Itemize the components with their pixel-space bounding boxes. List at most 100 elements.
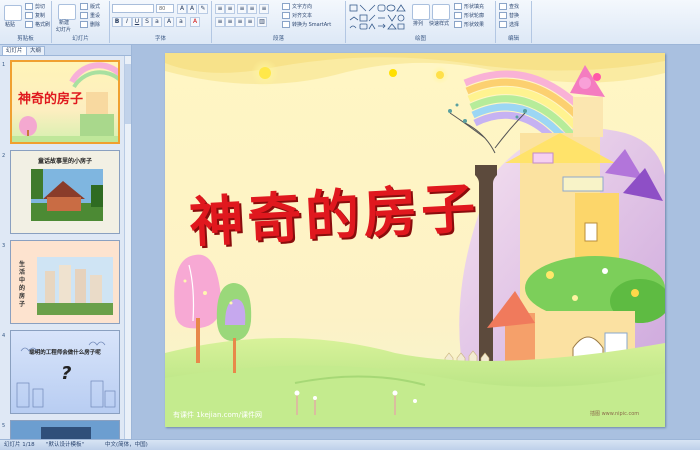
- slide-thumbnail-2[interactable]: 童话故事里的小房子: [10, 150, 120, 234]
- align-text-button[interactable]: 对齐文本: [282, 12, 312, 19]
- slide-title[interactable]: 神奇的房子: [187, 163, 481, 257]
- align-right-icon[interactable]: ≡: [235, 17, 245, 27]
- thumb1-title: 神奇的房子: [18, 92, 84, 107]
- slide-watermark: 有课件 1kejian.com/课件网: [173, 411, 262, 419]
- reset-icon: [80, 12, 88, 19]
- smartart-icon: [282, 21, 290, 28]
- slide-thumbnail-1[interactable]: 神奇的房子: [10, 60, 120, 144]
- bold-icon[interactable]: B: [112, 17, 122, 27]
- reset-button[interactable]: 重设: [80, 12, 100, 19]
- font-name-combo[interactable]: [112, 4, 154, 13]
- italic-icon[interactable]: I: [122, 17, 132, 27]
- thumb3-buildings-photo: [37, 257, 113, 315]
- shape-outline-label: 形状轮廓: [464, 13, 485, 19]
- new-slide-sub-label[interactable]: 幻灯片: [56, 26, 71, 33]
- underline-icon[interactable]: U: [132, 17, 142, 27]
- shape-effects-button[interactable]: 形状效果: [454, 21, 484, 28]
- copy-button[interactable]: 复制: [25, 12, 45, 19]
- font-size-combo[interactable]: 80: [156, 4, 174, 13]
- arrange-label[interactable]: 排列: [413, 20, 423, 27]
- clear-format-icon[interactable]: ✎: [198, 4, 208, 14]
- paste-icon[interactable]: [4, 5, 22, 21]
- reset-label: 重设: [90, 13, 101, 19]
- text-direction-label: 文字方向: [292, 4, 313, 10]
- panel-scrollbar-thumb[interactable]: [125, 64, 131, 124]
- justify-icon[interactable]: ≡: [245, 17, 255, 27]
- drawing-group: 排列 快速样式 形状填充 形状轮廓 形状效果 绘图: [346, 1, 496, 43]
- strikethrough-icon[interactable]: S: [142, 17, 152, 27]
- text-direction-button[interactable]: 文字方向: [282, 3, 312, 10]
- shape-effects-label: 形状效果: [464, 22, 485, 28]
- bullets-icon[interactable]: ≡: [215, 4, 225, 14]
- slide-thumbnail-3[interactable]: 生活中的房子: [10, 240, 120, 324]
- shape-fill-label: 形状填充: [464, 4, 485, 10]
- numbering-icon[interactable]: ≡: [225, 4, 235, 14]
- brush-icon: [25, 21, 33, 28]
- drawing-group-label: 绘图: [414, 36, 426, 42]
- slide-watermark-right: 插图 www.nipic.com: [590, 411, 640, 417]
- scissors-icon: [25, 3, 33, 10]
- delete-button[interactable]: 删除: [80, 21, 100, 28]
- line-spacing-icon[interactable]: ≡: [259, 4, 269, 14]
- tab-outline[interactable]: 大纲: [26, 46, 46, 55]
- select-button[interactable]: 选择: [499, 21, 519, 28]
- font-color-icon[interactable]: A: [190, 17, 200, 27]
- ribbon: 粘贴 剪切 复制 格式刷 剪贴板 新建 幻灯片 版式 重设 删除 幻灯片 80 …: [0, 0, 700, 45]
- find-label: 查找: [509, 4, 520, 10]
- replace-label: 替换: [509, 13, 520, 19]
- thumb-number: 5: [2, 423, 6, 429]
- slides-panel: 幻灯片 大纲 1 神奇的房子 2 童话故事里的小房子 3 生活中的房子 4 聪明…: [0, 45, 132, 440]
- quick-styles-icon[interactable]: [432, 4, 450, 20]
- cut-label: 剪切: [35, 4, 46, 10]
- shape-outline-button[interactable]: 形状轮廓: [454, 12, 484, 19]
- panel-scrollbar[interactable]: [124, 56, 131, 439]
- layout-label: 版式: [90, 4, 101, 10]
- shapes-gallery[interactable]: [349, 4, 407, 30]
- main-slide[interactable]: 神奇的房子 有课件 1kejian.com/课件网 插图 www.nipic.c…: [165, 53, 665, 427]
- thumb-number: 2: [2, 153, 6, 159]
- change-case-icon[interactable]: a: [176, 17, 186, 27]
- thumb-number: 3: [2, 243, 6, 249]
- new-slide-icon[interactable]: [58, 4, 76, 20]
- shadow-icon[interactable]: a: [152, 17, 162, 27]
- shrink-font-icon[interactable]: A: [187, 4, 197, 14]
- shape-fill-button[interactable]: 形状填充: [454, 3, 484, 10]
- find-button[interactable]: 查找: [499, 3, 519, 10]
- format-painter-label: 格式刷: [35, 22, 51, 28]
- align-center-icon[interactable]: ≡: [225, 17, 235, 27]
- thumb-number: 4: [2, 333, 6, 339]
- char-spacing-icon[interactable]: A: [164, 17, 174, 27]
- align-left-icon[interactable]: ≡: [215, 17, 225, 27]
- paste-label[interactable]: 粘贴: [5, 21, 15, 28]
- fill-bucket-icon: [454, 3, 462, 10]
- font-group: 80 A A ✎ B I U S a A a A 字体: [110, 1, 212, 43]
- quick-styles-label[interactable]: 快速样式: [429, 20, 449, 27]
- columns-icon[interactable]: ▥: [257, 17, 267, 27]
- smartart-button[interactable]: 转换为 SmartArt: [282, 21, 331, 28]
- slide-thumbnail-4[interactable]: 聪明的工程师会做什么房子呢 ?: [10, 330, 120, 414]
- grow-font-icon[interactable]: A: [177, 4, 187, 14]
- copy-icon: [25, 12, 33, 19]
- increase-indent-icon[interactable]: ≡: [247, 4, 257, 14]
- status-bar: 幻灯片 1/18 "默认设计模板" 中文(简体，中国): [0, 439, 700, 450]
- slides-group: 新建 幻灯片 版式 重设 删除 幻灯片: [52, 1, 110, 43]
- cut-button[interactable]: 剪切: [25, 3, 45, 10]
- delete-icon: [80, 21, 88, 28]
- slide-thumbnail-5[interactable]: [10, 420, 120, 440]
- panel-tabs: 幻灯片 大纲: [0, 45, 131, 56]
- pen-icon: [454, 12, 462, 19]
- decrease-indent-icon[interactable]: ≡: [237, 4, 247, 14]
- binoculars-icon: [499, 3, 507, 10]
- arrange-icon[interactable]: [412, 4, 430, 20]
- replace-button[interactable]: 替换: [499, 12, 519, 19]
- format-painter-button[interactable]: 格式刷: [25, 21, 50, 28]
- paragraph-group-label: 段落: [272, 36, 284, 42]
- new-slide-label[interactable]: 新建: [59, 19, 69, 26]
- tab-slides[interactable]: 幻灯片: [2, 46, 27, 55]
- editing-group-label: 编辑: [507, 36, 519, 42]
- replace-icon: [499, 12, 507, 19]
- layout-button[interactable]: 版式: [80, 3, 100, 10]
- effects-icon: [454, 21, 462, 28]
- text-direction-icon: [282, 3, 290, 10]
- cursor-icon: [499, 21, 507, 28]
